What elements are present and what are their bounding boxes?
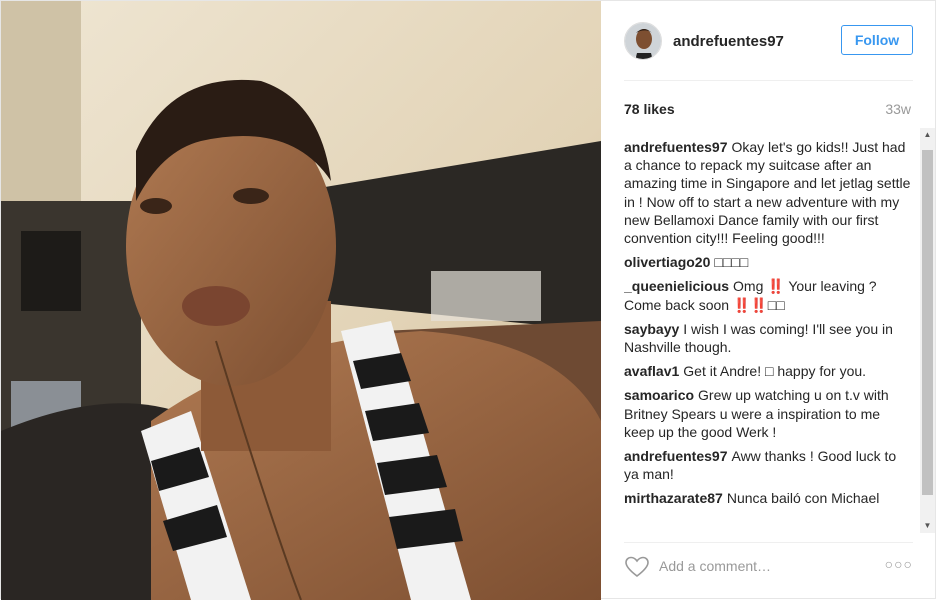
instagram-post: andrefuentes97 Follow 78 likes 33w andre… bbox=[0, 0, 937, 600]
comments-list: andrefuentes97 Okay let's go kids!! Just … bbox=[624, 138, 914, 530]
more-options-icon[interactable]: ○○○ bbox=[885, 556, 913, 572]
comment: olivertiago20 □□□□ bbox=[624, 253, 914, 271]
comment-username[interactable]: mirthazarate87 bbox=[624, 490, 723, 506]
selfie-image bbox=[1, 1, 601, 600]
comment: saybayy I wish I was coming! I'll see you… bbox=[624, 320, 914, 356]
header-divider bbox=[624, 80, 913, 81]
comment-username[interactable]: samoarico bbox=[624, 387, 694, 403]
comment-caption: andrefuentes97 Okay let's go kids!! Just … bbox=[624, 138, 914, 247]
comment-username[interactable]: avaflav1 bbox=[624, 363, 679, 379]
footer-divider bbox=[624, 542, 913, 543]
avatar[interactable] bbox=[624, 22, 662, 60]
heart-icon[interactable] bbox=[624, 556, 650, 578]
comment-text: □□□□ bbox=[714, 254, 749, 271]
post-photo[interactable] bbox=[1, 1, 601, 600]
comment-text: Okay let's go kids!! Just had a chance t… bbox=[624, 139, 911, 247]
post-age[interactable]: 33w bbox=[885, 101, 911, 117]
comment-username[interactable]: andrefuentes97 bbox=[624, 139, 727, 155]
scroll-down-arrow-icon[interactable]: ▼ bbox=[920, 519, 935, 533]
comment: _queenielicious Omg ‼️ Your leaving ? Com… bbox=[624, 277, 914, 313]
comment-username[interactable]: _queenielicious bbox=[624, 278, 729, 294]
comment-username[interactable]: olivertiago20 bbox=[624, 254, 710, 270]
comments-scrollbar[interactable]: ▲ ▼ bbox=[920, 128, 935, 533]
comment: mirthazarate87 Nunca bailó con Michael bbox=[624, 489, 914, 507]
post-sidebar: andrefuentes97 Follow 78 likes 33w andre… bbox=[602, 1, 937, 600]
comment-username[interactable]: andrefuentes97 bbox=[624, 448, 727, 464]
comment: samoarico Grew up watching u on t.v with … bbox=[624, 386, 914, 441]
comment: avaflav1 Get it Andre! □ happy for you. bbox=[624, 362, 914, 380]
comment-text: Nunca bailó con Michael bbox=[726, 490, 880, 507]
username[interactable]: andrefuentes97 bbox=[673, 33, 784, 50]
scrollbar-thumb[interactable] bbox=[922, 150, 933, 495]
comment-text: Get it Andre! □ happy for you. bbox=[683, 363, 867, 380]
post-header: andrefuentes97 Follow bbox=[624, 19, 913, 63]
scroll-up-arrow-icon[interactable]: ▲ bbox=[920, 128, 935, 142]
likes-count[interactable]: 78 likes bbox=[624, 101, 675, 117]
follow-button[interactable]: Follow bbox=[841, 25, 913, 55]
add-comment-input[interactable]: Add a comment… bbox=[659, 558, 771, 574]
comment-username[interactable]: saybayy bbox=[624, 321, 679, 337]
avatar-image bbox=[625, 23, 661, 59]
comment: andrefuentes97 Aww thanks ! Good luck to … bbox=[624, 447, 914, 483]
